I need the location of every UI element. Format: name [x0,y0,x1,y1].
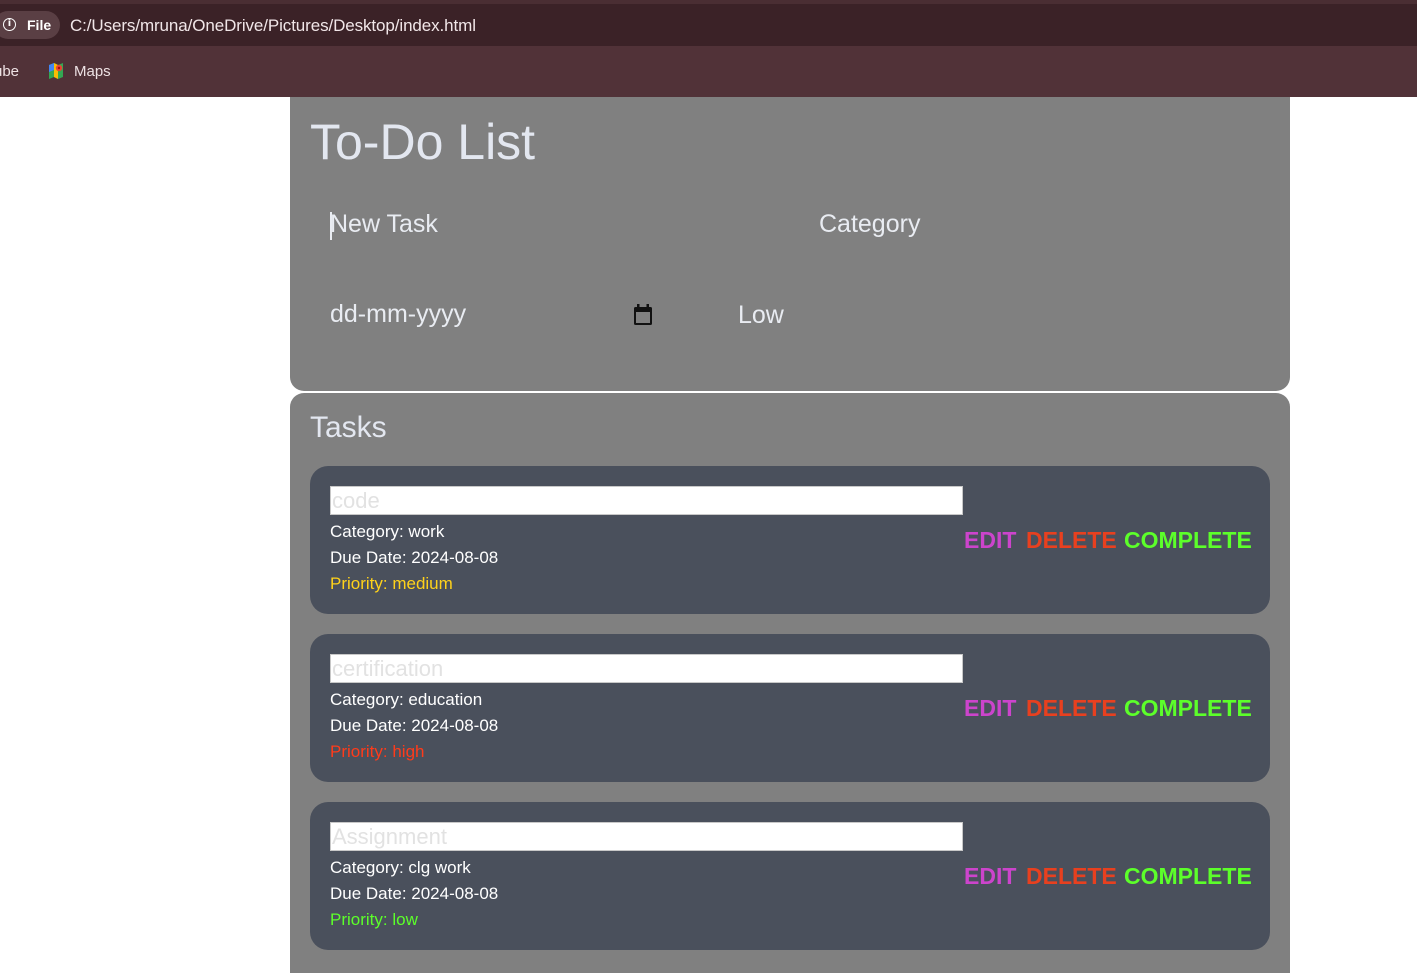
edit-button[interactable]: EDIT [964,863,1016,890]
new-task-input[interactable]: New Task [330,210,438,239]
edit-button[interactable]: EDIT [964,695,1016,722]
task-priority: Priority: high [330,742,425,761]
info-icon: i [3,18,16,31]
bookmark-maps[interactable]: Maps [74,63,111,80]
category-input[interactable]: Category [819,210,920,239]
task-name-field[interactable]: Assignment [330,822,963,851]
complete-button[interactable]: COMPLETE [1124,695,1252,722]
tasks-panel: Tasks code Category: work Due Date: 2024… [290,393,1290,973]
due-date-input[interactable]: dd-mm-yyyy [330,300,466,329]
complete-button[interactable]: COMPLETE [1124,527,1252,554]
file-label: File [27,17,52,33]
task-name-field[interactable]: code [330,486,963,515]
bookmarks-bar: ube Maps [0,46,1417,97]
complete-button[interactable]: COMPLETE [1124,863,1252,890]
page-title: To-Do List [310,114,536,170]
task-due-date: Due Date: 2024-08-08 [330,716,499,735]
edit-button[interactable]: EDIT [964,527,1016,554]
delete-button[interactable]: DELETE [1026,695,1117,722]
task-due-date: Due Date: 2024-08-08 [330,884,499,903]
address-bar[interactable]: i File C:/Users/mruna/OneDrive/Pictures/… [0,4,1417,46]
bookmark-youtube[interactable]: ube [0,63,19,80]
task-card: certification Category: education Due Da… [310,634,1270,782]
todo-form-panel: To-Do List New Task Category dd-mm-yyyy … [290,97,1290,391]
maps-icon [49,63,63,79]
task-category: Category: education [330,690,483,709]
task-priority: Priority: medium [330,574,453,593]
task-category: Category: work [330,522,445,541]
task-due-date: Due Date: 2024-08-08 [330,548,499,567]
task-priority: Priority: low [330,910,418,929]
url-text[interactable]: C:/Users/mruna/OneDrive/Pictures/Desktop… [70,16,476,36]
delete-button[interactable]: DELETE [1026,527,1117,554]
tasks-heading: Tasks [310,411,387,444]
priority-select[interactable]: Low [738,301,784,330]
task-card: Assignment Category: clg work Due Date: … [310,802,1270,950]
text-caret [330,212,332,240]
delete-button[interactable]: DELETE [1026,863,1117,890]
task-category: Category: clg work [330,858,471,877]
site-info-chip[interactable]: i File [0,11,60,39]
task-card: code Category: work Due Date: 2024-08-08… [310,466,1270,614]
task-name-field[interactable]: certification [330,654,963,683]
calendar-icon[interactable] [633,304,653,326]
